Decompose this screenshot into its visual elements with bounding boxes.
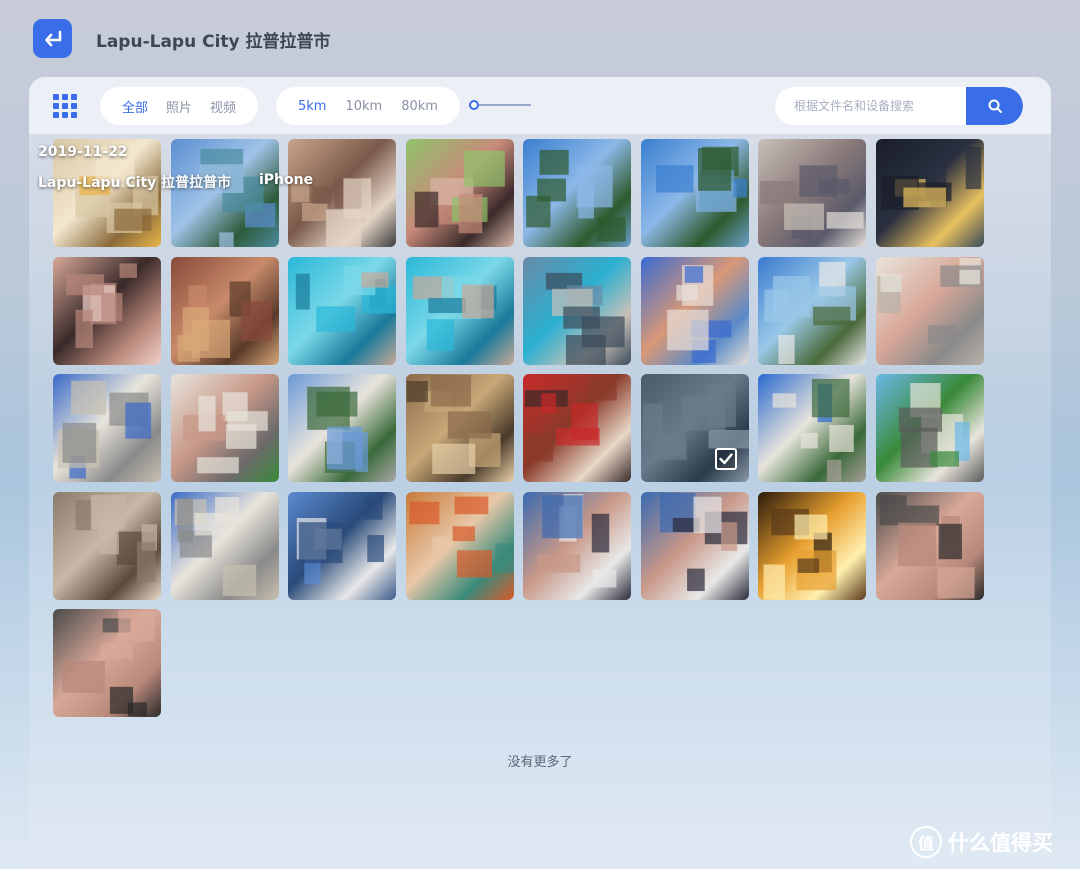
return-arrow-icon <box>44 30 61 46</box>
photo-thumbnail[interactable] <box>405 256 514 365</box>
photo-thumbnail[interactable] <box>170 256 279 365</box>
filter-photos[interactable]: 照片 <box>166 97 192 116</box>
distance-filter: 5km 10km 80km <box>276 87 460 125</box>
photo-thumbnail[interactable] <box>405 139 514 247</box>
photo-thumbnail[interactable] <box>53 609 161 717</box>
photo-image <box>880 146 981 210</box>
search-input[interactable] <box>775 87 965 125</box>
photo-image <box>760 165 864 240</box>
photo-thumbnail[interactable] <box>53 491 161 600</box>
filter-all[interactable]: 全部 <box>122 97 148 116</box>
photo-image <box>57 380 152 479</box>
top-bar: Lapu-Lapu City 拉普拉普市 <box>0 0 1080 76</box>
photo-image <box>62 610 155 717</box>
photo-image <box>408 496 514 577</box>
search-icon <box>988 99 1002 113</box>
photo-thumbnail[interactable] <box>523 491 631 600</box>
photo-image <box>66 262 137 348</box>
photo-thumbnail[interactable] <box>523 374 631 482</box>
photo-thumbnail[interactable] <box>875 256 984 365</box>
distance-5km[interactable]: 5km <box>298 99 326 114</box>
gallery-panel: 全部 照片 视频 5km 10km 80km 2019-11-22 Lapu-L… <box>29 77 1051 869</box>
photo-thumbnail[interactable] <box>53 374 161 482</box>
photo-image <box>75 494 157 582</box>
photo-image <box>763 508 837 600</box>
hover-place: Lapu-Lapu City 拉普拉普市 <box>38 175 232 191</box>
photo-image <box>177 280 272 362</box>
photo-image <box>898 383 970 468</box>
photo-image <box>291 177 372 247</box>
photo-image <box>412 275 497 351</box>
photo-image <box>295 265 396 332</box>
hover-device: iPhone <box>259 172 314 188</box>
grid-view-icon[interactable] <box>53 94 77 118</box>
photo-thumbnail[interactable] <box>875 139 984 247</box>
search-button[interactable] <box>966 87 1023 125</box>
page-title: Lapu-Lapu City 拉普拉普市 <box>96 32 331 52</box>
photo-thumbnail[interactable] <box>640 491 749 600</box>
photo-thumbnail[interactable] <box>758 374 866 482</box>
distance-80km[interactable]: 80km <box>401 99 438 114</box>
back-button[interactable] <box>33 19 72 58</box>
photo-image <box>406 375 501 474</box>
toolbar: 全部 照片 视频 5km 10km 80km <box>29 77 1051 134</box>
watermark-logo-icon: 值 <box>910 826 942 858</box>
no-more-text: 没有更多了 <box>507 755 573 770</box>
photo-thumbnail[interactable] <box>875 491 984 600</box>
slider-track <box>473 104 531 106</box>
photo-image <box>174 496 256 596</box>
hover-date: 2019-11-22 <box>38 144 128 160</box>
photo-image <box>537 493 617 587</box>
photo-thumbnail[interactable] <box>758 256 866 365</box>
search-box <box>775 87 1023 125</box>
photo-thumbnail[interactable] <box>170 491 279 600</box>
photo-image <box>199 148 275 247</box>
distance-10km[interactable]: 10km <box>345 99 382 114</box>
watermark: 值 什么值得买 <box>910 826 1053 858</box>
photo-thumbnail[interactable] <box>170 374 279 482</box>
photo-image <box>545 272 625 365</box>
photo-thumbnail[interactable] <box>405 374 514 482</box>
photo-thumbnail[interactable] <box>288 139 396 247</box>
photo-thumbnail[interactable] <box>288 374 396 482</box>
photo-thumbnail[interactable] <box>288 491 396 600</box>
photo-thumbnail[interactable] <box>405 491 514 600</box>
photo-image <box>307 386 369 473</box>
photo-thumbnail[interactable] <box>53 256 161 365</box>
photo-thumbnail[interactable] <box>758 139 866 247</box>
photo-thumbnail[interactable] <box>640 139 749 247</box>
photo-image <box>659 492 747 591</box>
type-filter: 全部 照片 视频 <box>100 87 259 125</box>
photo-image <box>666 264 731 363</box>
photo-thumbnail[interactable] <box>640 256 749 365</box>
photo-image <box>182 392 268 474</box>
photo-image <box>525 377 617 462</box>
photo-thumbnail[interactable] <box>170 139 279 247</box>
checkbox-checked-icon[interactable] <box>714 448 737 470</box>
zoom-slider[interactable] <box>469 99 531 111</box>
photo-thumbnail[interactable] <box>523 256 631 365</box>
photo-image <box>764 261 856 364</box>
photo-image <box>879 494 975 598</box>
photo-thumbnail[interactable] <box>758 491 866 600</box>
photo-image <box>296 497 385 584</box>
photo-thumbnail[interactable] <box>875 374 984 482</box>
slider-knob[interactable] <box>469 100 479 110</box>
photo-image <box>876 257 981 344</box>
watermark-text: 什么值得买 <box>948 831 1053 855</box>
photo-image <box>526 149 626 242</box>
photo-thumbnail[interactable] <box>523 139 631 247</box>
photo-thumbnail[interactable] <box>288 256 396 365</box>
photo-thumbnail[interactable] <box>640 374 749 482</box>
photo-image <box>772 378 854 482</box>
filter-videos[interactable]: 视频 <box>210 97 236 116</box>
photo-image <box>655 146 747 212</box>
photo-image <box>414 150 505 234</box>
